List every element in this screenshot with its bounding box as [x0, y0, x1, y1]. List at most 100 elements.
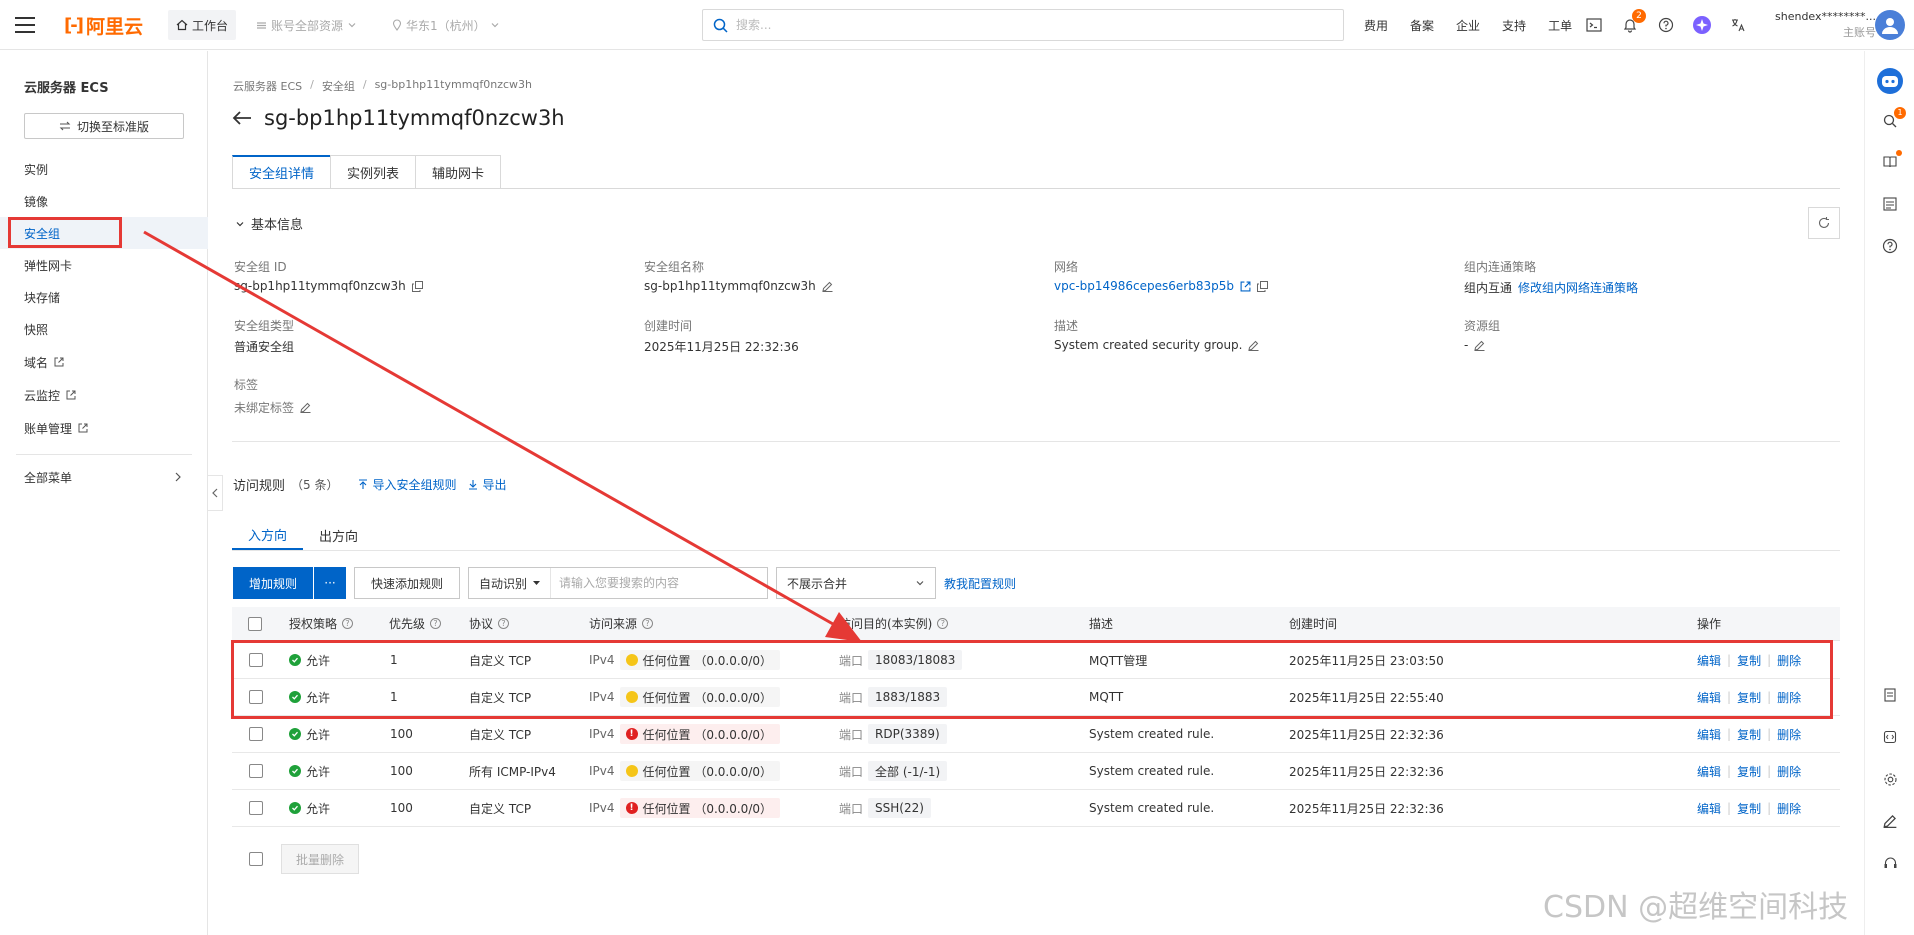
row-checkbox[interactable] — [249, 690, 263, 704]
help-config-link[interactable]: 教我配置规则 — [944, 575, 1016, 592]
help-icon[interactable] — [1880, 236, 1900, 256]
global-search[interactable] — [702, 9, 1344, 41]
notification-bell-icon[interactable]: 2 — [1620, 9, 1646, 35]
tab-sg-details[interactable]: 安全组详情 — [232, 155, 332, 189]
external-link-icon[interactable] — [1240, 281, 1251, 292]
basic-info-toggle[interactable]: 基本信息 — [235, 214, 303, 233]
row-checkbox[interactable] — [249, 801, 263, 815]
sidebar-item-domains[interactable]: 域名 — [0, 346, 208, 378]
row-checkbox[interactable] — [249, 727, 263, 741]
edit-rule-link[interactable]: 编辑 — [1697, 800, 1721, 817]
copy-rule-link[interactable]: 复制 — [1737, 689, 1761, 706]
copy-icon[interactable] — [1257, 280, 1268, 292]
rule-search-input[interactable] — [551, 576, 752, 590]
settings-gear-icon[interactable] — [1880, 769, 1900, 789]
sidebar-item-eni[interactable]: 弹性网卡 — [0, 249, 208, 281]
edit-icon[interactable] — [822, 281, 833, 292]
breadcrumb-security-groups[interactable]: 安全组 — [322, 78, 355, 94]
checklist-icon[interactable] — [1880, 194, 1900, 214]
breadcrumb-ecs[interactable]: 云服务器 ECS — [233, 78, 302, 94]
terminal-icon[interactable] — [1584, 15, 1604, 35]
top-menu-enterprise[interactable]: 企业 — [1456, 17, 1480, 34]
tab-inbound[interactable]: 入方向 — [232, 520, 304, 550]
tab-secondary-eni[interactable]: 辅助网卡 — [415, 155, 502, 189]
sidebar-item-cloud-monitor[interactable]: 云监控 — [0, 379, 208, 411]
robot-assistant-icon[interactable] — [1876, 67, 1904, 95]
ip-version: IPv4 — [589, 801, 615, 815]
help-icon[interactable]: ? — [498, 618, 510, 629]
avatar[interactable] — [1875, 10, 1905, 40]
more-actions-button[interactable]: ··· — [314, 567, 347, 599]
search-mode-select[interactable]: 自动识别 — [469, 568, 552, 598]
edit-rule-link[interactable]: 编辑 — [1697, 763, 1721, 780]
import-rules-link[interactable]: 导入安全组规则 — [358, 476, 456, 493]
api-icon[interactable] — [1880, 727, 1900, 747]
edit-icon[interactable] — [1880, 811, 1900, 831]
account-resources-dropdown[interactable]: 账号全部资源 — [256, 0, 357, 50]
book-icon[interactable] — [1880, 150, 1902, 172]
top-menu-filing[interactable]: 备案 — [1410, 17, 1434, 34]
help-icon[interactable] — [1656, 15, 1676, 35]
search-icon[interactable]: 1 — [1880, 107, 1906, 131]
document-icon[interactable] — [1880, 685, 1900, 705]
ai-assistant-icon[interactable] — [1692, 15, 1712, 35]
edit-icon[interactable] — [300, 402, 311, 413]
customer-service-icon[interactable] — [1880, 853, 1900, 873]
tab-outbound[interactable]: 出方向 — [303, 520, 374, 550]
sidebar-all-menu[interactable]: 全部菜单 — [0, 461, 192, 493]
language-icon[interactable] — [1728, 15, 1748, 35]
edit-icon[interactable] — [1474, 340, 1485, 351]
copy-rule-link[interactable]: 复制 — [1737, 763, 1761, 780]
ip-version: IPv4 — [589, 690, 615, 704]
help-icon[interactable]: ? — [342, 618, 354, 629]
sidebar-item-snapshots[interactable]: 快照 — [0, 313, 208, 345]
back-arrow-icon[interactable] — [232, 110, 252, 126]
edit-rule-link[interactable]: 编辑 — [1697, 652, 1721, 669]
sidebar-item-images[interactable]: 镜像 — [0, 185, 208, 217]
aliyun-logo[interactable]: [-] 阿里云 — [64, 0, 143, 50]
menu-icon[interactable] — [14, 0, 36, 50]
sidebar-item-billing[interactable]: 账单管理 — [0, 412, 208, 444]
row-checkbox[interactable] — [249, 764, 263, 778]
help-icon[interactable]: ? — [937, 618, 949, 629]
edit-rule-link[interactable]: 编辑 — [1697, 689, 1721, 706]
copy-rule-link[interactable]: 复制 — [1737, 800, 1761, 817]
export-rules-link[interactable]: 导出 — [468, 476, 507, 493]
vpc-link[interactable]: vpc-bp14986cepes6erb83p5b — [1054, 279, 1234, 293]
delete-rule-link[interactable]: 删除 — [1777, 689, 1801, 706]
delete-rule-link[interactable]: 删除 — [1777, 726, 1801, 743]
batch-delete-button[interactable]: 批量删除 — [281, 844, 360, 874]
merge-select[interactable]: 不展示合并 — [776, 567, 937, 599]
region-dropdown[interactable]: 华东1（杭州） — [392, 0, 500, 50]
edit-icon[interactable] — [1248, 340, 1259, 351]
modify-policy-link[interactable]: 修改组内网络连通策略 — [1518, 279, 1638, 296]
help-icon[interactable]: ? — [642, 618, 654, 629]
switch-standard-button[interactable]: 切换至标准版 — [24, 113, 184, 139]
help-icon[interactable]: ? — [430, 618, 442, 629]
refresh-button[interactable] — [1808, 207, 1840, 239]
sidebar-item-security-groups[interactable]: 安全组 — [0, 217, 208, 249]
global-search-input[interactable] — [736, 18, 1296, 32]
sidebar-item-instances[interactable]: 实例 — [0, 153, 208, 185]
sidebar-item-block-storage[interactable]: 块存储 — [0, 281, 208, 313]
edit-rule-link[interactable]: 编辑 — [1697, 726, 1721, 743]
delete-rule-link[interactable]: 删除 — [1777, 800, 1801, 817]
user-info[interactable]: shendex********... 主账号 — [1766, 0, 1876, 50]
copy-rule-link[interactable]: 复制 — [1737, 726, 1761, 743]
select-all-checkbox[interactable] — [248, 616, 262, 631]
add-rule-button[interactable]: 增加规则 — [233, 567, 314, 599]
sidebar-collapse-button[interactable] — [207, 475, 223, 511]
workbench-button[interactable]: 工作台 — [168, 10, 237, 40]
copy-rule-link[interactable]: 复制 — [1737, 652, 1761, 669]
quick-add-rule-button[interactable]: 快速添加规则 — [354, 567, 461, 599]
row-checkbox[interactable] — [249, 653, 263, 667]
top-menu-billing[interactable]: 费用 — [1364, 17, 1388, 34]
footer-select-all-checkbox[interactable] — [249, 852, 263, 866]
delete-rule-link[interactable]: 删除 — [1777, 652, 1801, 669]
top-menu-ticket[interactable]: 工单 — [1548, 17, 1572, 34]
tab-instances[interactable]: 实例列表 — [330, 155, 417, 189]
sg-name-value: sg-bp1hp11tymmqf0nzcw3h — [644, 279, 833, 293]
delete-rule-link[interactable]: 删除 — [1777, 763, 1801, 780]
top-menu-support[interactable]: 支持 — [1502, 17, 1526, 34]
copy-icon[interactable] — [411, 280, 423, 292]
